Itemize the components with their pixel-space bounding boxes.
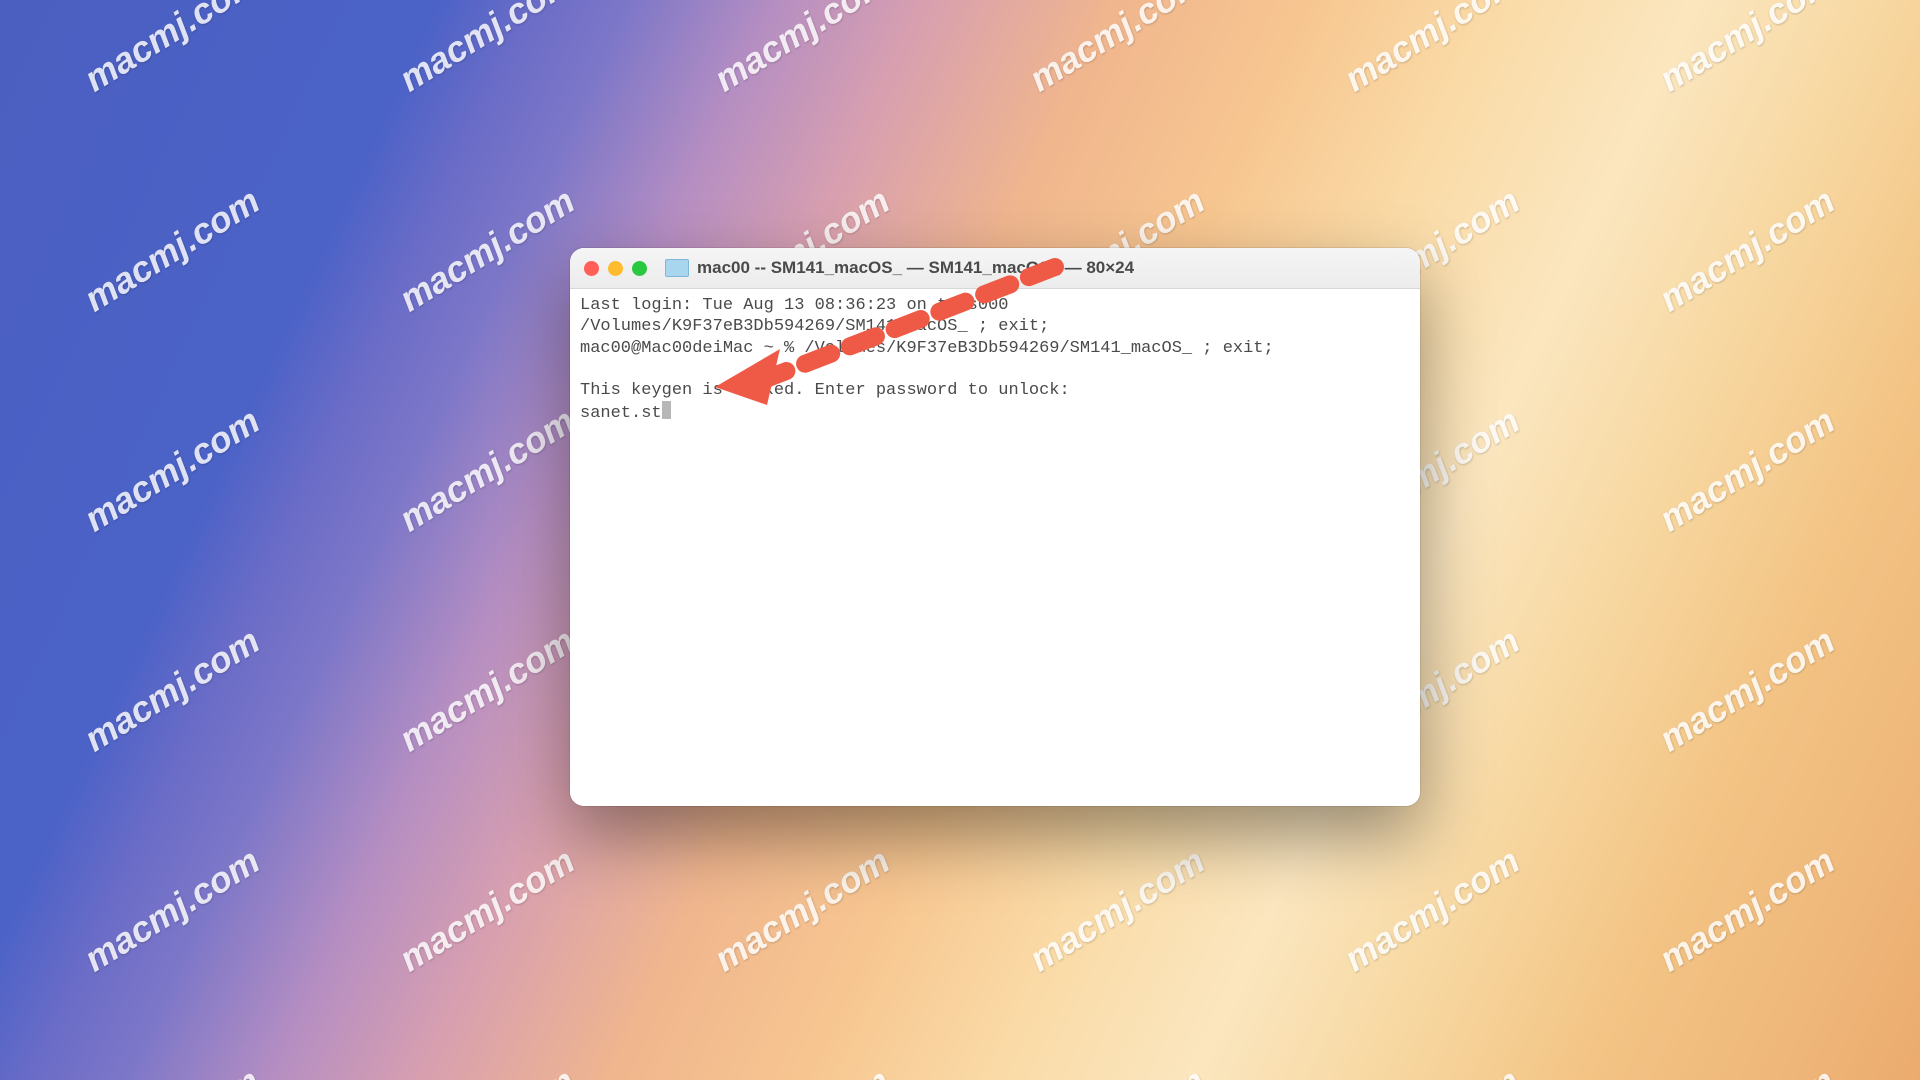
watermark-text: macmj.com bbox=[1337, 840, 1527, 981]
terminal-line: /Volumes/K9F37eB3Db594269/SM141_macOS_ ;… bbox=[580, 317, 1049, 336]
watermark-text: macmj.com bbox=[1652, 620, 1842, 761]
watermark-text: macmj.com bbox=[392, 1060, 582, 1080]
watermark-text: macmj.com bbox=[1337, 1060, 1527, 1080]
watermark-text: macmj.com bbox=[1337, 0, 1527, 100]
terminal-line: sanet.st bbox=[580, 404, 662, 423]
watermark-text: macmj.com bbox=[1652, 0, 1842, 100]
watermark-text: macmj.com bbox=[1022, 1060, 1212, 1080]
close-button[interactable] bbox=[584, 261, 599, 276]
watermark-text: macmj.com bbox=[1022, 840, 1212, 981]
watermark-text: macmj.com bbox=[77, 1060, 267, 1080]
watermark-text: macmj.com bbox=[1652, 400, 1842, 541]
watermark-text: macmj.com bbox=[392, 400, 582, 541]
watermark-text: macmj.com bbox=[707, 840, 897, 981]
watermark-text: macmj.com bbox=[392, 620, 582, 761]
watermark-text: macmj.com bbox=[707, 1060, 897, 1080]
watermark-text: macmj.com bbox=[392, 840, 582, 981]
watermark-text: macmj.com bbox=[77, 620, 267, 761]
desktop-background: macmj.com macmj.com macmj.com macmj.com … bbox=[0, 0, 1920, 1080]
terminal-body[interactable]: Last login: Tue Aug 13 08:36:23 on ttys0… bbox=[570, 289, 1420, 806]
folder-icon bbox=[665, 259, 689, 277]
terminal-line: This keygen is locked. Enter password to… bbox=[580, 381, 1070, 400]
watermark-text: macmj.com bbox=[392, 0, 582, 100]
terminal-line: mac00@Mac00deiMac ~ % /Volumes/K9F37eB3D… bbox=[580, 339, 1274, 358]
terminal-cursor bbox=[662, 401, 671, 419]
minimize-button[interactable] bbox=[608, 261, 623, 276]
terminal-line: Last login: Tue Aug 13 08:36:23 on ttys0… bbox=[580, 296, 1008, 315]
traffic-lights bbox=[584, 261, 647, 276]
watermark-text: macmj.com bbox=[77, 0, 267, 100]
watermark-text: macmj.com bbox=[1022, 0, 1212, 100]
watermark-text: macmj.com bbox=[1652, 180, 1842, 321]
watermark-text: macmj.com bbox=[77, 400, 267, 541]
watermark-text: macmj.com bbox=[1652, 1060, 1842, 1080]
titlebar[interactable]: mac00 -- SM141_macOS_ — SM141_macOS_ — 8… bbox=[570, 248, 1420, 289]
watermark-text: macmj.com bbox=[77, 180, 267, 321]
watermark-text: macmj.com bbox=[1652, 840, 1842, 981]
watermark-text: macmj.com bbox=[77, 840, 267, 981]
zoom-button[interactable] bbox=[632, 261, 647, 276]
terminal-window[interactable]: mac00 -- SM141_macOS_ — SM141_macOS_ — 8… bbox=[570, 248, 1420, 806]
watermark-text: macmj.com bbox=[707, 0, 897, 100]
window-title: mac00 -- SM141_macOS_ — SM141_macOS_ — 8… bbox=[697, 258, 1134, 278]
watermark-text: macmj.com bbox=[392, 180, 582, 321]
